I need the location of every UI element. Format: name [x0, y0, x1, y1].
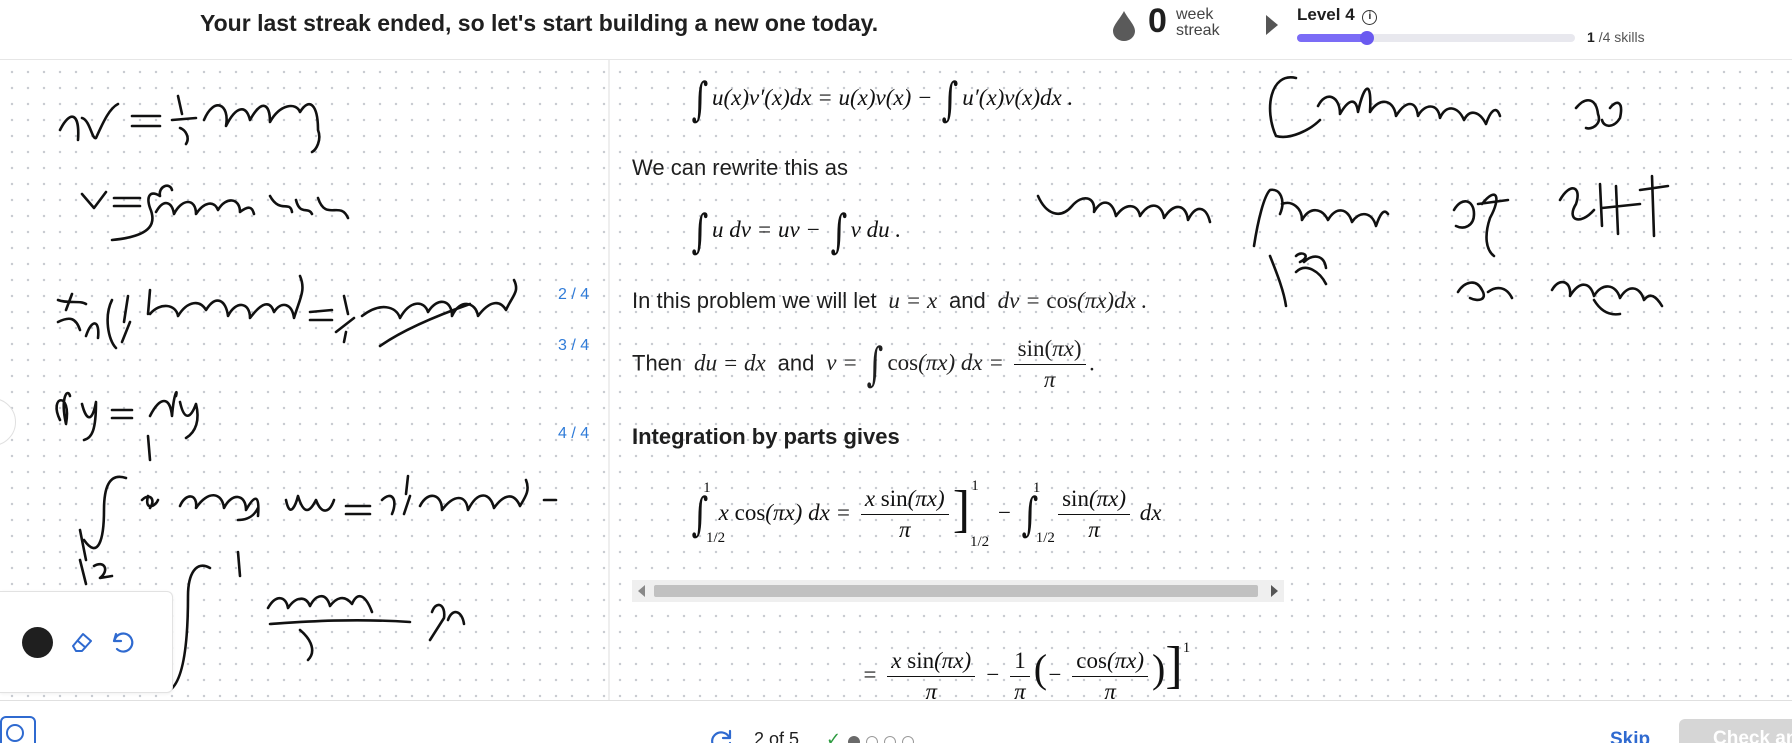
refresh-icon[interactable]: [708, 727, 734, 743]
accessibility-button[interactable]: [0, 716, 36, 743]
info-icon[interactable]: i: [1362, 10, 1378, 25]
pen-color-button[interactable]: [22, 627, 53, 658]
streak-label-streak: streak: [1176, 22, 1220, 39]
check-answer-button[interactable]: Check answer: [1679, 719, 1792, 743]
drawing-toolbar: [0, 591, 173, 693]
level-progress-knob: [1359, 31, 1374, 45]
level-progress-bar: [1297, 31, 1575, 45]
scrollbar-thumb[interactable]: [654, 585, 1258, 597]
eraser-icon[interactable]: [68, 628, 96, 656]
let-and: and: [949, 288, 986, 313]
top-bar: Your last streak ended, so let's start b…: [0, 0, 1792, 60]
step-marker-2[interactable]: 2 / 4: [558, 286, 589, 304]
accessibility-icon: [6, 724, 24, 742]
ibp-definite-integral: ∫1/21x cos(πx) dx = x sin(πx) π]1/21 − ∫1…: [691, 478, 1162, 550]
progress-dot: [884, 736, 896, 743]
level-title: Level 4 i: [1297, 5, 1378, 25]
then-and: and: [777, 350, 815, 376]
ibp-formula: ∫ u(x)v′(x)dx = u(x)v(x) − ∫ u′(x)v(x)dx .: [691, 72, 1074, 126]
expand-caret-icon[interactable]: [1266, 15, 1278, 35]
then-prefix: Then: [632, 350, 683, 376]
streak-count: 0: [1148, 2, 1167, 40]
formula-horizontal-scrollbar[interactable]: [632, 580, 1284, 602]
scroll-right-arrow-icon[interactable]: [1271, 585, 1278, 597]
let-line: In this problem we will let u = x and dv…: [632, 288, 1148, 313]
skills-counter: 1 /4 skills: [1587, 29, 1645, 45]
progress-dot: [866, 736, 878, 743]
streak-message: Your last streak ended, so let's start b…: [200, 10, 879, 36]
question-progress-text: 2 of 5: [754, 729, 800, 743]
streak-drop-icon: [1113, 11, 1135, 41]
ibp-heading: Integration by parts gives: [632, 424, 900, 449]
then-line: Then du = dx and v = ∫ cos(πx) dx = sin(π…: [632, 336, 1096, 392]
skills-done: 1: [1587, 29, 1595, 45]
skills-total: /4 skills: [1598, 29, 1645, 45]
let-prefix: In this problem we will let: [632, 288, 877, 313]
check-icon: ✓: [826, 729, 842, 743]
progress-dot: [902, 736, 914, 743]
streak-label: week streak: [1176, 7, 1220, 39]
progress-dot: [848, 736, 860, 743]
rewrite-text: We can rewrite this as: [632, 155, 849, 180]
ibp-short-formula: ∫ u dv = uv − ∫ v du .: [691, 204, 902, 258]
skip-button[interactable]: Skip: [1610, 729, 1650, 743]
undo-icon[interactable]: [108, 628, 136, 656]
streak-label-week: week: [1176, 6, 1214, 23]
ibp-result-line: = x sin(πx) π − 1 π (− cos(πx) π)]1: [862, 637, 1191, 700]
canvas-divider: [608, 60, 610, 700]
level-title-text: Level 4: [1297, 5, 1355, 24]
scroll-left-arrow-icon[interactable]: [638, 585, 645, 597]
step-marker-4[interactable]: 4 / 4: [558, 425, 589, 443]
level-progress-fill: [1297, 34, 1367, 42]
bottom-bar: 2 of 5 ✓ Skip Check answer: [0, 700, 1792, 743]
step-marker-3[interactable]: 3 / 4: [558, 337, 589, 355]
